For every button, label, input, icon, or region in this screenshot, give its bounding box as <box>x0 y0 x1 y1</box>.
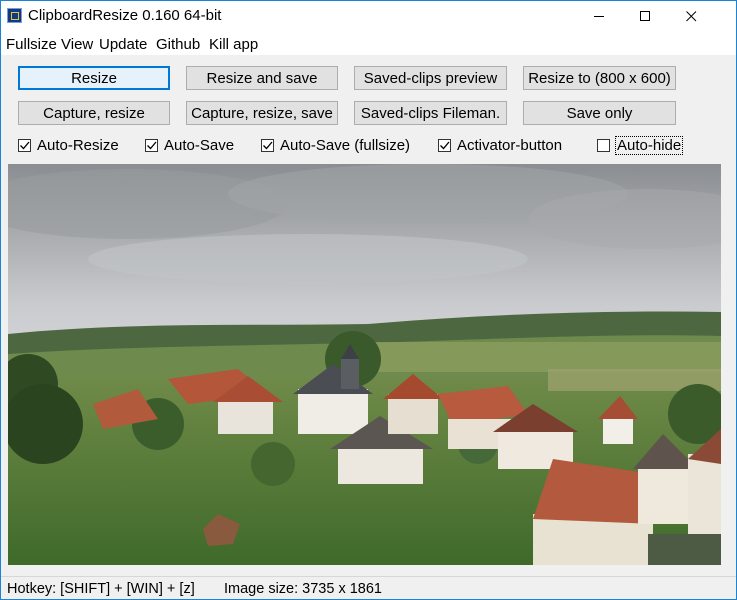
checkbox-checked-icon[interactable] <box>145 138 158 152</box>
activator-button-checkbox[interactable]: Activator-button <box>438 136 562 154</box>
checkbox-checked-icon[interactable] <box>18 138 31 152</box>
image-size-status: Image size: 3735 x 1861 <box>224 581 382 597</box>
close-button[interactable] <box>668 1 714 32</box>
auto-save-checkbox[interactable]: Auto-Save <box>145 136 234 154</box>
status-bar: Hotkey: [SHIFT] + [WIN] + [z] Image size… <box>1 576 736 599</box>
village-landscape-photo <box>8 164 721 565</box>
menu-fullsize-view[interactable]: Fullsize View <box>6 36 93 53</box>
title-bar[interactable]: ClipboardResize 0.160 64-bit <box>1 1 736 32</box>
checkbox-label: Auto-hide <box>614 135 684 155</box>
hotkey-status: Hotkey: [SHIFT] + [WIN] + [z] <box>7 581 195 597</box>
checkbox-label: Auto-Save <box>164 136 235 154</box>
close-icon <box>685 11 696 22</box>
resize-to-button[interactable]: Resize to (800 x 600) <box>523 66 676 90</box>
app-window: ClipboardResize 0.160 64-bit Fullsize Vi… <box>0 0 737 600</box>
saved-clips-fileman-button[interactable]: Saved-clips Fileman. <box>354 101 507 125</box>
saved-clips-preview-button[interactable]: Saved-clips preview <box>354 66 507 90</box>
resize-and-save-button[interactable]: Resize and save <box>186 66 338 90</box>
checkbox-label: Auto-Save (fullsize) <box>280 136 411 154</box>
auto-resize-checkbox[interactable]: Auto-Resize <box>18 136 119 154</box>
clipboard-image-preview[interactable] <box>8 164 721 565</box>
resize-button[interactable]: Resize <box>18 66 170 90</box>
checkbox-unchecked-icon[interactable] <box>597 138 610 152</box>
checkbox-checked-icon[interactable] <box>438 138 451 152</box>
window-title: ClipboardResize 0.160 64-bit <box>28 7 222 24</box>
auto-hide-checkbox[interactable]: Auto-hide <box>597 135 684 155</box>
maximize-icon <box>639 11 650 21</box>
capture-resize-save-button[interactable]: Capture, resize, save <box>186 101 338 125</box>
menu-github[interactable]: Github <box>156 36 200 53</box>
app-icon[interactable] <box>7 8 22 23</box>
menu-bar: Fullsize View Update Github Kill app <box>1 32 736 55</box>
capture-resize-button[interactable]: Capture, resize <box>18 101 170 125</box>
menu-kill-app[interactable]: Kill app <box>209 36 258 53</box>
auto-save-fullsize-checkbox[interactable]: Auto-Save (fullsize) <box>261 136 410 154</box>
maximize-button[interactable] <box>622 1 668 32</box>
menu-update[interactable]: Update <box>99 36 147 53</box>
minimize-icon <box>593 16 604 17</box>
save-only-button[interactable]: Save only <box>523 101 676 125</box>
checkbox-label: Activator-button <box>457 136 563 154</box>
checkbox-checked-icon[interactable] <box>261 138 274 152</box>
checkbox-label: Auto-Resize <box>37 136 119 154</box>
minimize-button[interactable] <box>576 1 622 32</box>
